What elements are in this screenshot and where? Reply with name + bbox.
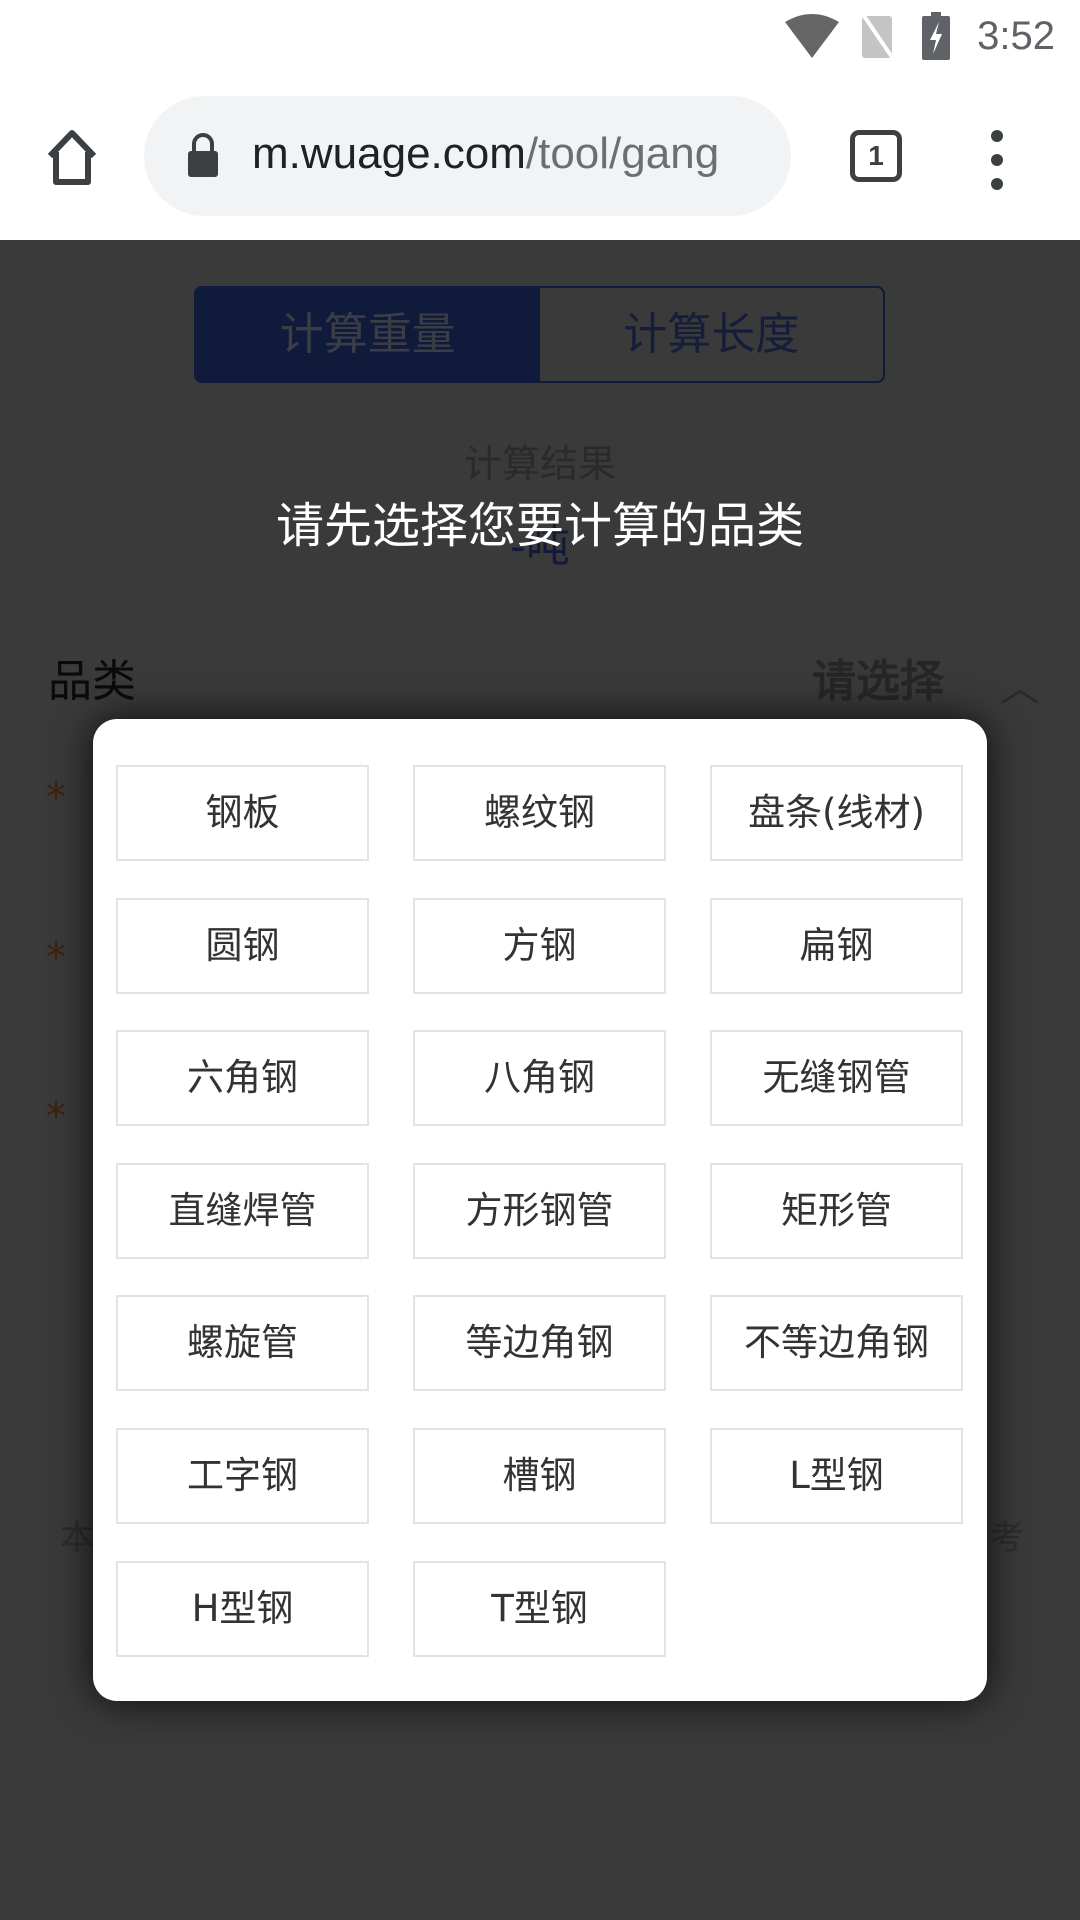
address-bar[interactable]: m.wuage.com/tool/gang: [144, 96, 791, 216]
wifi-icon: [785, 14, 839, 58]
category-option[interactable]: 圆钢: [116, 898, 369, 994]
category-option[interactable]: L型钢: [710, 1428, 963, 1524]
no-sim-icon: [862, 14, 896, 60]
home-icon[interactable]: [44, 128, 100, 186]
category-option[interactable]: 八角钢: [413, 1030, 666, 1126]
clock: 3:52: [977, 14, 1055, 58]
note-text: 本: [60, 1518, 94, 1558]
category-label: 品类: [48, 656, 136, 707]
menu-icon[interactable]: [975, 120, 1019, 200]
category-option[interactable]: 槽钢: [413, 1428, 666, 1524]
category-option[interactable]: 直缝焊管: [116, 1163, 369, 1259]
mode-tabs: 计算重量 计算长度: [194, 286, 885, 383]
category-option[interactable]: T型钢: [413, 1561, 666, 1657]
category-picker-modal: 钢板 螺纹钢 盘条(线材) 圆钢 方钢 扁钢六角钢 八角钢 无缝钢管直缝焊管 方形钢管 矩形管螺旋…: [93, 719, 987, 1701]
category-select[interactable]: 请选择: [812, 645, 944, 709]
browser-toolbar: m.wuage.com/tool/gang 1: [0, 80, 1080, 240]
url-text: m.wuage.com/tool/gang: [252, 129, 720, 178]
category-option[interactable]: 方形钢管: [413, 1163, 666, 1259]
chevron-up-icon[interactable]: ︿: [1000, 655, 1040, 713]
tab-calc-length[interactable]: 计算长度: [540, 288, 884, 381]
category-option[interactable]: 六角钢: [116, 1030, 369, 1126]
category-option[interactable]: 螺纹钢: [413, 765, 666, 861]
category-option[interactable]: 方钢: [413, 898, 666, 994]
category-option[interactable]: 等边角钢: [413, 1295, 666, 1391]
battery-charging-icon: [922, 12, 950, 60]
required-mark: *: [46, 935, 66, 981]
status-bar: 3:52: [0, 0, 1080, 80]
category-option[interactable]: 工字钢: [116, 1428, 369, 1524]
category-option[interactable]: 钢板: [116, 765, 369, 861]
required-mark: *: [46, 1094, 66, 1140]
category-option[interactable]: 矩形管: [710, 1163, 963, 1259]
result-label: 计算结果: [463, 442, 616, 486]
note-text: 考: [990, 1518, 1024, 1558]
lock-icon: [188, 133, 218, 177]
category-option[interactable]: 螺旋管: [116, 1295, 369, 1391]
required-mark: *: [46, 775, 66, 821]
category-option[interactable]: 扁钢: [710, 898, 963, 994]
tab-calc-weight[interactable]: 计算重量: [196, 288, 540, 381]
toast-message: 请先选择您要计算的品类: [275, 498, 804, 554]
category-option[interactable]: 盘条(线材): [710, 765, 963, 861]
category-option[interactable]: 无缝钢管: [710, 1030, 963, 1126]
category-option[interactable]: 不等边角钢: [710, 1295, 963, 1391]
tab-switcher-button[interactable]: 1: [850, 130, 902, 182]
category-option[interactable]: H型钢: [116, 1561, 369, 1657]
